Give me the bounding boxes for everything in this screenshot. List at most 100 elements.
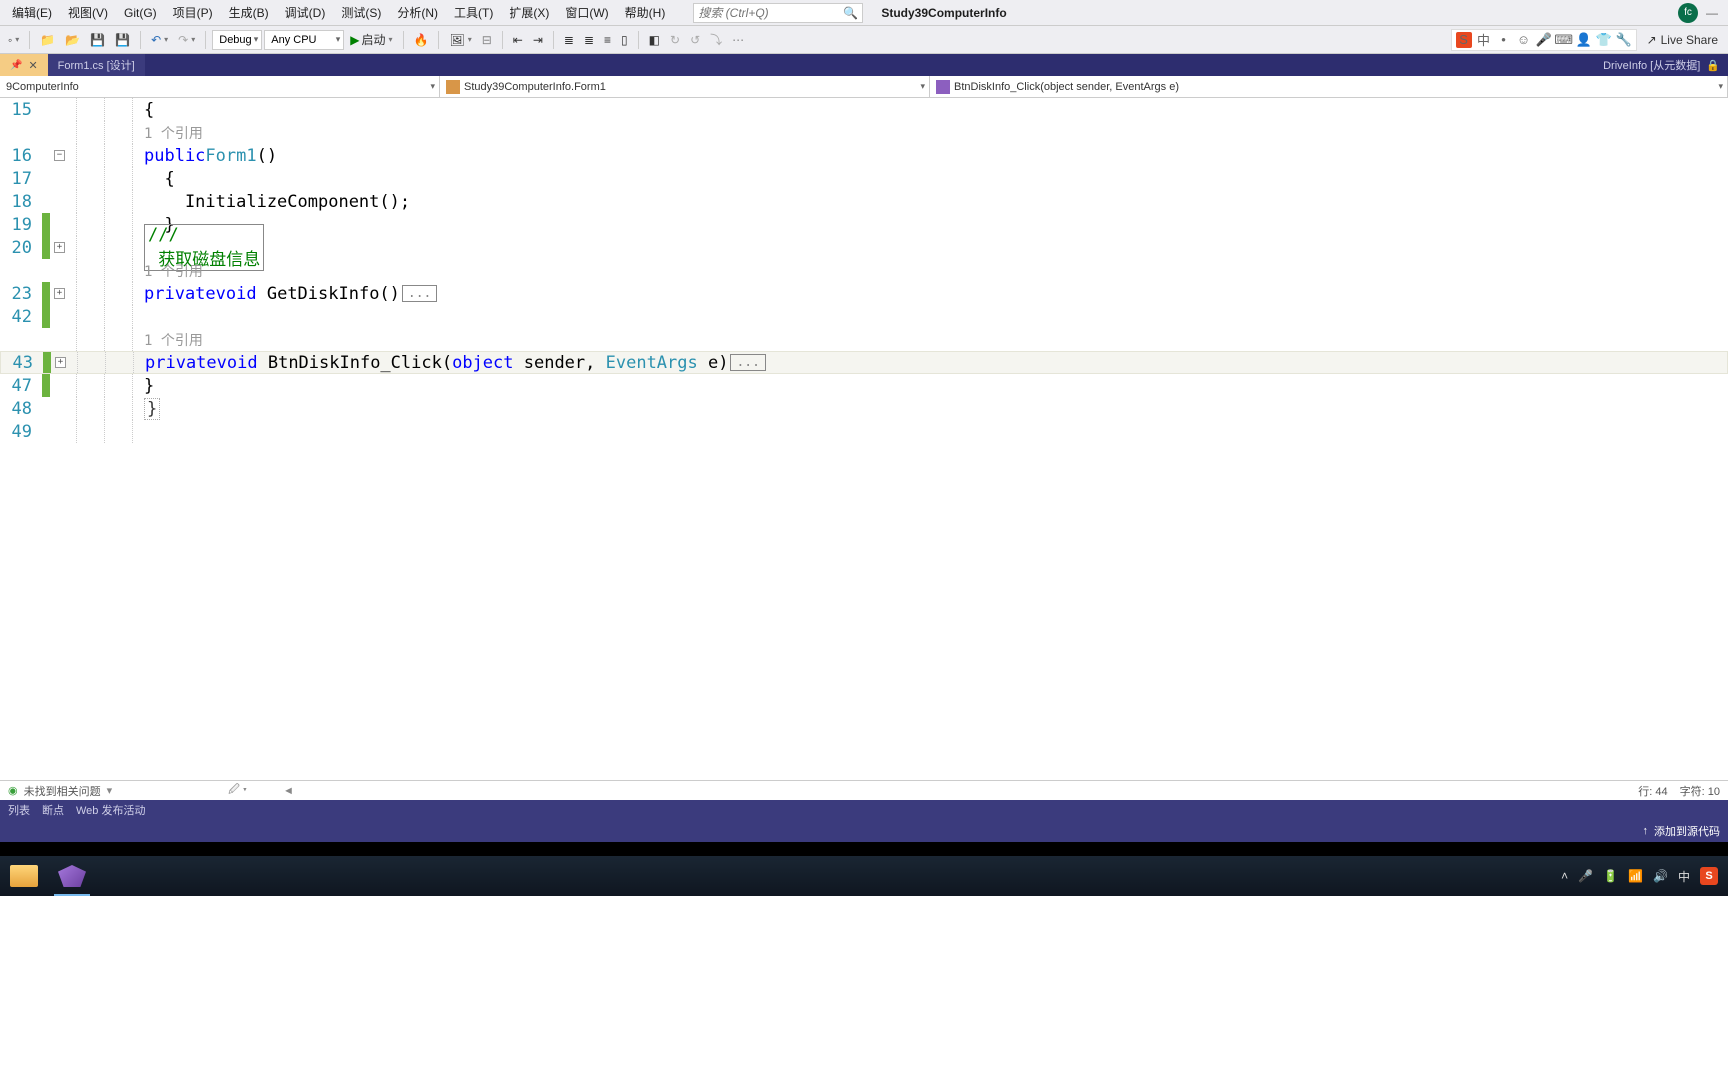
tab-form1[interactable]: 📌 ✕ — [0, 54, 48, 76]
code-line[interactable]: 17 { — [0, 167, 1728, 190]
hot-reload-icon[interactable]: 🔥 — [410, 30, 433, 50]
indent-right-icon[interactable]: ⇥ — [529, 30, 547, 50]
solution-name: Study39ComputerInfo — [881, 6, 1006, 20]
search-box[interactable]: 🔍 — [693, 3, 863, 23]
unknown-icon[interactable]: ⊟ — [478, 30, 496, 50]
start-button[interactable]: ▶ 启动 ▾ — [346, 28, 396, 51]
fold-toggle-icon[interactable]: + — [54, 242, 65, 253]
bottom-tab-breakpoints[interactable]: 断点 — [42, 802, 64, 818]
tray-mic-icon[interactable]: 🎤 — [1578, 869, 1593, 883]
code-line[interactable]: 48} — [0, 397, 1728, 420]
ime-user-icon[interactable]: 👤 — [1576, 32, 1592, 48]
ime-keyboard-icon[interactable]: ⌨ — [1556, 32, 1572, 48]
step-icon-2[interactable]: ↻ — [666, 30, 684, 50]
step-icon-4[interactable]: ⤵ — [706, 28, 726, 51]
tray-battery-icon[interactable]: 🔋 — [1603, 869, 1618, 883]
tray-sogou-icon[interactable]: S — [1700, 867, 1718, 885]
bottom-tab-webpublish[interactable]: Web 发布活动 — [76, 802, 145, 818]
open-file-icon[interactable]: 📂 — [61, 30, 84, 50]
code-line[interactable]: 16− public Form1() — [0, 144, 1728, 167]
format-icon[interactable]: ≡ — [600, 30, 615, 50]
menu-window[interactable]: 窗口(W) — [557, 0, 616, 25]
tray-volume-icon[interactable]: 🔊 — [1653, 869, 1668, 883]
char-indicator: 字符: 10 — [1680, 783, 1720, 799]
menu-edit[interactable]: 编辑(E) — [4, 0, 60, 25]
taskbar-visualstudio[interactable] — [48, 856, 96, 896]
ime-skin-icon[interactable]: 👕 — [1596, 32, 1612, 48]
code-line[interactable]: 49 — [0, 420, 1728, 443]
platform-dropdown[interactable]: Any CPU — [264, 30, 344, 50]
ime-mic-icon[interactable]: 🎤 — [1536, 32, 1552, 48]
redo-icon[interactable]: ↷▾ — [174, 30, 199, 50]
indent-left-icon[interactable]: ⇤ — [509, 30, 527, 50]
menu-git[interactable]: Git(G) — [116, 2, 165, 24]
code-editor[interactable]: 15{ 1 个引用16− public Form1()17 {18 Initia… — [0, 98, 1728, 780]
undo-icon[interactable]: ↶▾ — [147, 30, 172, 50]
code-line[interactable]: 18 InitializeComponent(); — [0, 190, 1728, 213]
nav-member-dropdown[interactable]: BtnDiskInfo_Click(object sender, EventAr… — [930, 76, 1728, 97]
minimize-button[interactable]: — — [1706, 6, 1718, 20]
ime-tools-icon[interactable]: 🔧 — [1616, 32, 1632, 48]
add-source-label[interactable]: 添加到源代码 — [1654, 823, 1720, 839]
ime-lang-icon[interactable]: 中 — [1476, 32, 1492, 48]
pin-icon[interactable]: 📌 — [10, 60, 22, 71]
fold-toggle-icon[interactable]: − — [54, 150, 65, 161]
bottom-tab-list[interactable]: 列表 — [8, 802, 30, 818]
step-icon-3[interactable]: ↺ — [686, 30, 704, 50]
save-icon[interactable]: 💾 — [86, 30, 109, 50]
tool-icon[interactable]: 🖉 ▾ — [228, 781, 247, 800]
menu-help[interactable]: 帮助(H) — [617, 0, 674, 25]
bookmark-icon[interactable]: ▯ — [617, 30, 632, 50]
code-line[interactable]: 15{ — [0, 98, 1728, 121]
visualstudio-icon — [58, 865, 86, 887]
tray-wifi-icon[interactable]: 📶 — [1628, 869, 1643, 883]
code-line[interactable]: 1 个引用 — [0, 328, 1728, 351]
menu-build[interactable]: 生成(B) — [221, 0, 277, 25]
problems-arrow-icon[interactable]: ▾ — [107, 784, 113, 797]
more-icon[interactable]: ⋯ — [728, 30, 748, 50]
new-project-icon[interactable]: 📁 — [36, 30, 59, 50]
tray-ime-lang[interactable]: 中 — [1678, 868, 1690, 885]
tab-driveinfo[interactable]: DriveInfo [从元数据] — [1603, 57, 1700, 73]
status-bar: ↑ 添加到源代码 — [0, 820, 1728, 842]
taskbar-explorer[interactable] — [0, 856, 48, 896]
add-source-icon[interactable]: ↑ — [1643, 825, 1649, 837]
step-icon-1[interactable]: ◧ — [645, 30, 664, 50]
search-icon[interactable]: 🔍 — [843, 6, 858, 20]
menu-test[interactable]: 测试(S) — [333, 0, 389, 25]
search-input[interactable] — [698, 6, 843, 20]
close-icon[interactable]: ✕ — [28, 59, 37, 72]
live-share-button[interactable]: ↗ Live Share — [1641, 33, 1724, 47]
tab-form1-design[interactable]: Form1.cs [设计] — [48, 54, 145, 76]
code-line[interactable]: 23+ private void GetDiskInfo()... — [0, 282, 1728, 305]
menu-tools[interactable]: 工具(T) — [446, 0, 501, 25]
tray-chevron-icon[interactable]: ˄ — [1561, 869, 1568, 883]
fold-toggle-icon[interactable]: + — [54, 288, 65, 299]
menu-debug[interactable]: 调试(D) — [277, 0, 334, 25]
menu-analyze[interactable]: 分析(N) — [389, 0, 446, 25]
user-avatar[interactable]: fc — [1678, 3, 1698, 23]
fold-toggle-icon[interactable]: + — [55, 357, 66, 368]
code-line[interactable]: 42 — [0, 305, 1728, 328]
code-line[interactable]: 20+ /// 获取磁盘信息 — [0, 236, 1728, 259]
code-line[interactable]: 43+ private void BtnDiskInfo_Click(objec… — [0, 351, 1728, 374]
uncomment-icon[interactable]: ≣ — [580, 30, 598, 50]
config-dropdown[interactable]: Debug — [212, 30, 262, 50]
comment-icon[interactable]: ≣ — [560, 30, 578, 50]
code-line[interactable]: 1 个引用 — [0, 121, 1728, 144]
scroll-left-icon[interactable]: ◄ — [283, 785, 294, 797]
image-icon[interactable]: 🖼▾ — [445, 30, 475, 50]
menu-view[interactable]: 视图(V) — [60, 0, 116, 25]
ime-emoji-icon[interactable]: ☺ — [1516, 32, 1532, 48]
status-ok-icon: ◉ — [8, 784, 18, 797]
menu-project[interactable]: 项目(P) — [165, 0, 221, 25]
code-navbar: 9ComputerInfo Study39ComputerInfo.Form1 … — [0, 76, 1728, 98]
ime-punct-icon[interactable]: • — [1496, 32, 1512, 48]
menu-extensions[interactable]: 扩展(X) — [501, 0, 557, 25]
save-all-icon[interactable]: 💾 — [111, 30, 134, 50]
nav-scope-dropdown[interactable]: 9ComputerInfo — [0, 76, 440, 97]
sogou-logo-icon[interactable]: S — [1456, 32, 1472, 48]
code-line[interactable]: 47} — [0, 374, 1728, 397]
nav-class-dropdown[interactable]: Study39ComputerInfo.Form1 — [440, 76, 930, 97]
nav-back-icon[interactable]: ◦ ▾ — [4, 30, 23, 50]
